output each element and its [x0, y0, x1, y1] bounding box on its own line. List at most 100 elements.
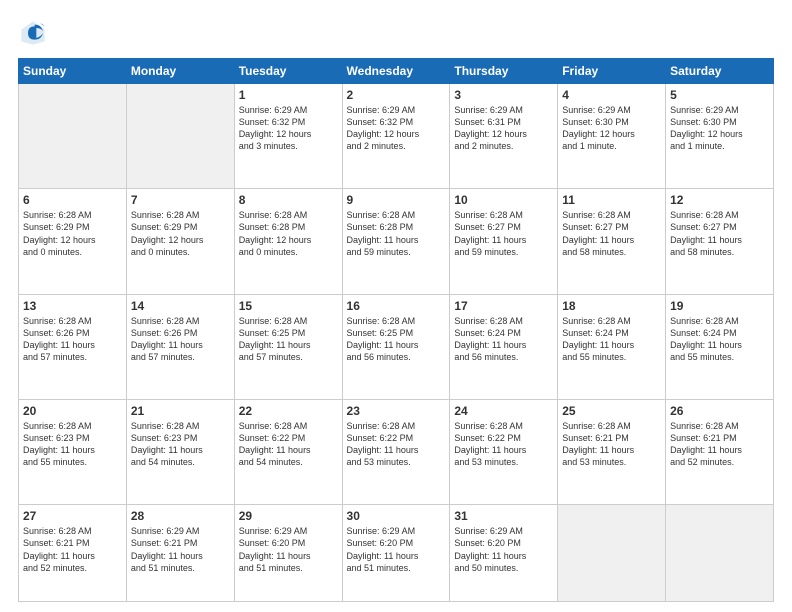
calendar-cell: 4Sunrise: 6:29 AM Sunset: 6:30 PM Daylig…: [558, 84, 666, 189]
week-row-1: 1 Sunrise: 6:29 AM Sunset: 6:32 PM Daylig…: [19, 84, 774, 189]
calendar-cell: 8 Sunrise: 6:28 AM Sunset: 6:28 PM Daylig…: [234, 189, 342, 294]
calendar-cell: 20Sunrise: 6:28 AM Sunset: 6:23 PM Dayli…: [19, 399, 127, 504]
weekday-header-friday: Friday: [558, 59, 666, 84]
calendar-cell: 17 Sunrise: 6:28 AM Sunset: 6:24 PM Dayli…: [450, 294, 558, 399]
day-number: 19: [670, 299, 769, 313]
day-info: Sunrise: 6:29 AM Sunset: 6:31 PM Dayligh…: [454, 104, 553, 153]
weekday-header-wednesday: Wednesday: [342, 59, 450, 84]
calendar-cell: 18 Sunrise: 6:28 AM Sunset: 6:24 PM Dayli…: [558, 294, 666, 399]
day-number: 30: [347, 509, 446, 523]
day-number: 12: [670, 193, 769, 207]
calendar-cell: 29Sunrise: 6:29 AM Sunset: 6:20 PM Dayli…: [234, 505, 342, 602]
day-info: Sunrise: 6:29 AM Sunset: 6:30 PM Dayligh…: [670, 104, 769, 153]
day-info: Sunrise: 6:28 AM Sunset: 6:22 PM Dayligh…: [454, 420, 553, 469]
day-number: 31: [454, 509, 553, 523]
calendar-cell: 24 Sunrise: 6:28 AM Sunset: 6:22 PM Dayli…: [450, 399, 558, 504]
calendar-cell: 6Sunrise: 6:28 AM Sunset: 6:29 PM Daylig…: [19, 189, 127, 294]
calendar-cell: 25 Sunrise: 6:28 AM Sunset: 6:21 PM Dayli…: [558, 399, 666, 504]
day-number: 6: [23, 193, 122, 207]
day-info: Sunrise: 6:28 AM Sunset: 6:29 PM Dayligh…: [131, 209, 230, 258]
calendar-cell: [19, 84, 127, 189]
day-info: Sunrise: 6:28 AM Sunset: 6:27 PM Dayligh…: [670, 209, 769, 258]
calendar-cell: 14Sunrise: 6:28 AM Sunset: 6:26 PM Dayli…: [126, 294, 234, 399]
day-info: Sunrise: 6:28 AM Sunset: 6:26 PM Dayligh…: [23, 315, 122, 364]
day-info: Sunrise: 6:29 AM Sunset: 6:20 PM Dayligh…: [347, 525, 446, 574]
calendar-cell: 13 Sunrise: 6:28 AM Sunset: 6:26 PM Dayli…: [19, 294, 127, 399]
day-number: 18: [562, 299, 661, 313]
day-number: 22: [239, 404, 338, 418]
weekday-header-monday: Monday: [126, 59, 234, 84]
week-row-3: 13 Sunrise: 6:28 AM Sunset: 6:26 PM Dayli…: [19, 294, 774, 399]
day-number: 10: [454, 193, 553, 207]
calendar-cell: 3 Sunrise: 6:29 AM Sunset: 6:31 PM Daylig…: [450, 84, 558, 189]
day-info: Sunrise: 6:29 AM Sunset: 6:21 PM Dayligh…: [131, 525, 230, 574]
day-number: 26: [670, 404, 769, 418]
calendar-cell: 31Sunrise: 6:29 AM Sunset: 6:20 PM Dayli…: [450, 505, 558, 602]
day-number: 23: [347, 404, 446, 418]
calendar-cell: 30 Sunrise: 6:29 AM Sunset: 6:20 PM Dayli…: [342, 505, 450, 602]
day-number: 11: [562, 193, 661, 207]
week-row-4: 20 Sunrise: 6:28 AM Sunset: 6:23 PM Dayli…: [19, 399, 774, 504]
weekday-header-tuesday: Tuesday: [234, 59, 342, 84]
page: SundayMondayTuesdayWednesdayThursdayFrid…: [0, 0, 792, 612]
weekday-header-thursday: Thursday: [450, 59, 558, 84]
day-info: Sunrise: 6:28 AM Sunset: 6:24 PM Dayligh…: [454, 315, 553, 364]
calendar-cell: 7Sunrise: 6:28 AM Sunset: 6:29 PM Daylig…: [126, 189, 234, 294]
day-info: Sunrise: 6:28 AM Sunset: 6:25 PM Dayligh…: [239, 315, 338, 364]
day-info: Sunrise: 6:29 AM Sunset: 6:32 PM Dayligh…: [239, 104, 338, 153]
calendar-cell: 26 Sunrise: 6:28 AM Sunset: 6:21 PM Dayli…: [666, 399, 774, 504]
day-number: 20: [23, 404, 122, 418]
calendar-cell: [666, 505, 774, 602]
day-info: Sunrise: 6:28 AM Sunset: 6:24 PM Dayligh…: [670, 315, 769, 364]
day-number: 27: [23, 509, 122, 523]
calendar-cell: 23 Sunrise: 6:28 AM Sunset: 6:22 PM Dayli…: [342, 399, 450, 504]
week-row-5: 27Sunrise: 6:28 AM Sunset: 6:21 PM Dayli…: [19, 505, 774, 602]
day-number: 25: [562, 404, 661, 418]
day-info: Sunrise: 6:29 AM Sunset: 6:30 PM Dayligh…: [562, 104, 661, 153]
calendar-cell: 1 Sunrise: 6:29 AM Sunset: 6:32 PM Daylig…: [234, 84, 342, 189]
calendar-cell: 16 Sunrise: 6:28 AM Sunset: 6:25 PM Dayli…: [342, 294, 450, 399]
logo-icon: [18, 18, 48, 48]
day-info: Sunrise: 6:28 AM Sunset: 6:24 PM Dayligh…: [562, 315, 661, 364]
day-number: 3: [454, 88, 553, 102]
calendar-cell: [558, 505, 666, 602]
day-info: Sunrise: 6:28 AM Sunset: 6:28 PM Dayligh…: [239, 209, 338, 258]
calendar-cell: 21 Sunrise: 6:28 AM Sunset: 6:23 PM Dayli…: [126, 399, 234, 504]
day-number: 24: [454, 404, 553, 418]
day-info: Sunrise: 6:28 AM Sunset: 6:21 PM Dayligh…: [670, 420, 769, 469]
calendar-cell: 5 Sunrise: 6:29 AM Sunset: 6:30 PM Daylig…: [666, 84, 774, 189]
week-row-2: 6 Sunrise: 6:28 AM Sunset: 6:29 PM Daylig…: [19, 189, 774, 294]
weekday-header-row: SundayMondayTuesdayWednesdayThursdayFrid…: [19, 59, 774, 84]
calendar-cell: 2 Sunrise: 6:29 AM Sunset: 6:32 PM Daylig…: [342, 84, 450, 189]
header: [18, 18, 774, 48]
logo: [18, 18, 52, 48]
day-info: Sunrise: 6:29 AM Sunset: 6:32 PM Dayligh…: [347, 104, 446, 153]
calendar-cell: 19 Sunrise: 6:28 AM Sunset: 6:24 PM Dayli…: [666, 294, 774, 399]
calendar-cell: [126, 84, 234, 189]
day-number: 8: [239, 193, 338, 207]
day-info: Sunrise: 6:28 AM Sunset: 6:22 PM Dayligh…: [347, 420, 446, 469]
day-number: 1: [239, 88, 338, 102]
calendar-cell: 28 Sunrise: 6:29 AM Sunset: 6:21 PM Dayli…: [126, 505, 234, 602]
weekday-header-saturday: Saturday: [666, 59, 774, 84]
day-info: Sunrise: 6:28 AM Sunset: 6:21 PM Dayligh…: [562, 420, 661, 469]
day-number: 5: [670, 88, 769, 102]
calendar-cell: 22Sunrise: 6:28 AM Sunset: 6:22 PM Dayli…: [234, 399, 342, 504]
day-info: Sunrise: 6:28 AM Sunset: 6:23 PM Dayligh…: [131, 420, 230, 469]
day-number: 29: [239, 509, 338, 523]
weekday-header-sunday: Sunday: [19, 59, 127, 84]
day-number: 17: [454, 299, 553, 313]
day-number: 21: [131, 404, 230, 418]
calendar-cell: 12 Sunrise: 6:28 AM Sunset: 6:27 PM Dayli…: [666, 189, 774, 294]
day-number: 28: [131, 509, 230, 523]
calendar-cell: 27Sunrise: 6:28 AM Sunset: 6:21 PM Dayli…: [19, 505, 127, 602]
day-number: 14: [131, 299, 230, 313]
calendar-cell: 11 Sunrise: 6:28 AM Sunset: 6:27 PM Dayli…: [558, 189, 666, 294]
day-number: 13: [23, 299, 122, 313]
day-number: 16: [347, 299, 446, 313]
day-info: Sunrise: 6:28 AM Sunset: 6:25 PM Dayligh…: [347, 315, 446, 364]
day-number: 15: [239, 299, 338, 313]
day-number: 2: [347, 88, 446, 102]
day-info: Sunrise: 6:28 AM Sunset: 6:28 PM Dayligh…: [347, 209, 446, 258]
day-info: Sunrise: 6:28 AM Sunset: 6:27 PM Dayligh…: [562, 209, 661, 258]
